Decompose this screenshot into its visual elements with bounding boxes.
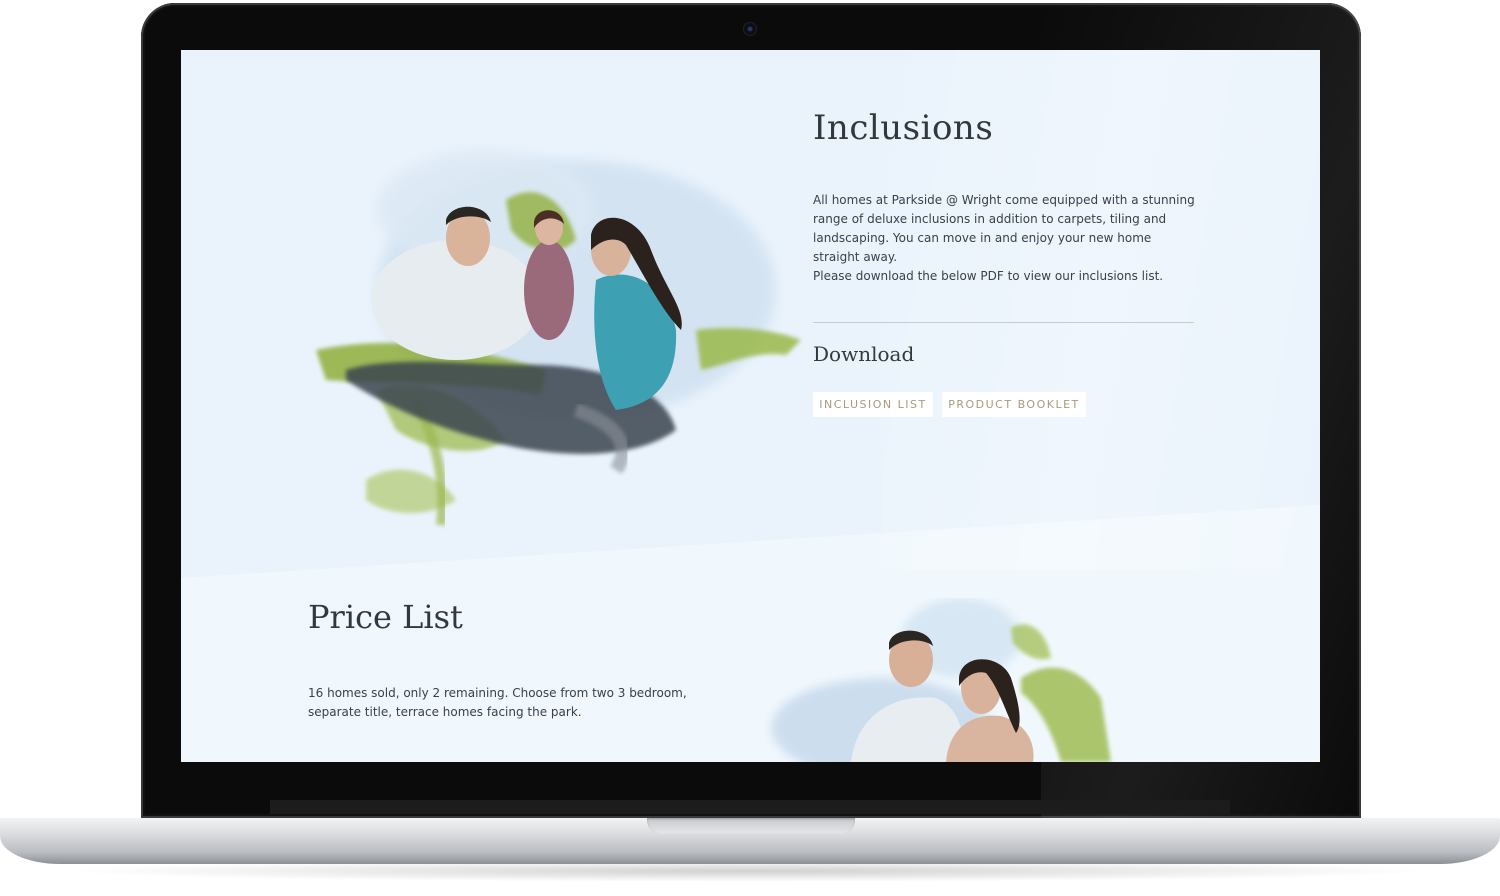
family-illustration bbox=[316, 150, 801, 526]
inclusions-line: Please download the below PDF to view ou… bbox=[813, 269, 1164, 283]
couple-illustration bbox=[771, 598, 1111, 762]
inclusions-title: Inclusions bbox=[813, 108, 994, 148]
price-list-line: 16 homes sold, only 2 remaining. Choose … bbox=[308, 686, 687, 700]
price-list-description: 16 homes sold, only 2 remaining. Choose … bbox=[308, 684, 708, 722]
price-list-title: Price List bbox=[308, 598, 463, 636]
price-list-line: separate title, terrace homes facing the… bbox=[308, 705, 582, 719]
section-divider bbox=[813, 322, 1194, 323]
inclusions-line: range of deluxe inclusions in addition t… bbox=[813, 212, 1167, 226]
laptop-hinge bbox=[270, 800, 1230, 814]
product-booklet-button[interactable]: PRODUCT BOOKLET bbox=[942, 392, 1086, 417]
webcam-icon bbox=[744, 23, 756, 35]
inclusions-description: All homes at Parkside @ Wright come equi… bbox=[813, 191, 1203, 286]
download-title: Download bbox=[813, 342, 915, 366]
laptop-notch bbox=[647, 818, 855, 834]
inclusions-line: straight away. bbox=[813, 250, 898, 264]
website-screen: Inclusions All homes at Parkside @ Wrigh… bbox=[181, 50, 1320, 762]
inclusion-list-button[interactable]: INCLUSION LIST bbox=[813, 392, 933, 417]
inclusions-line: All homes at Parkside @ Wright come equi… bbox=[813, 193, 1195, 207]
inclusions-line: landscaping. You can move in and enjoy y… bbox=[813, 231, 1152, 245]
